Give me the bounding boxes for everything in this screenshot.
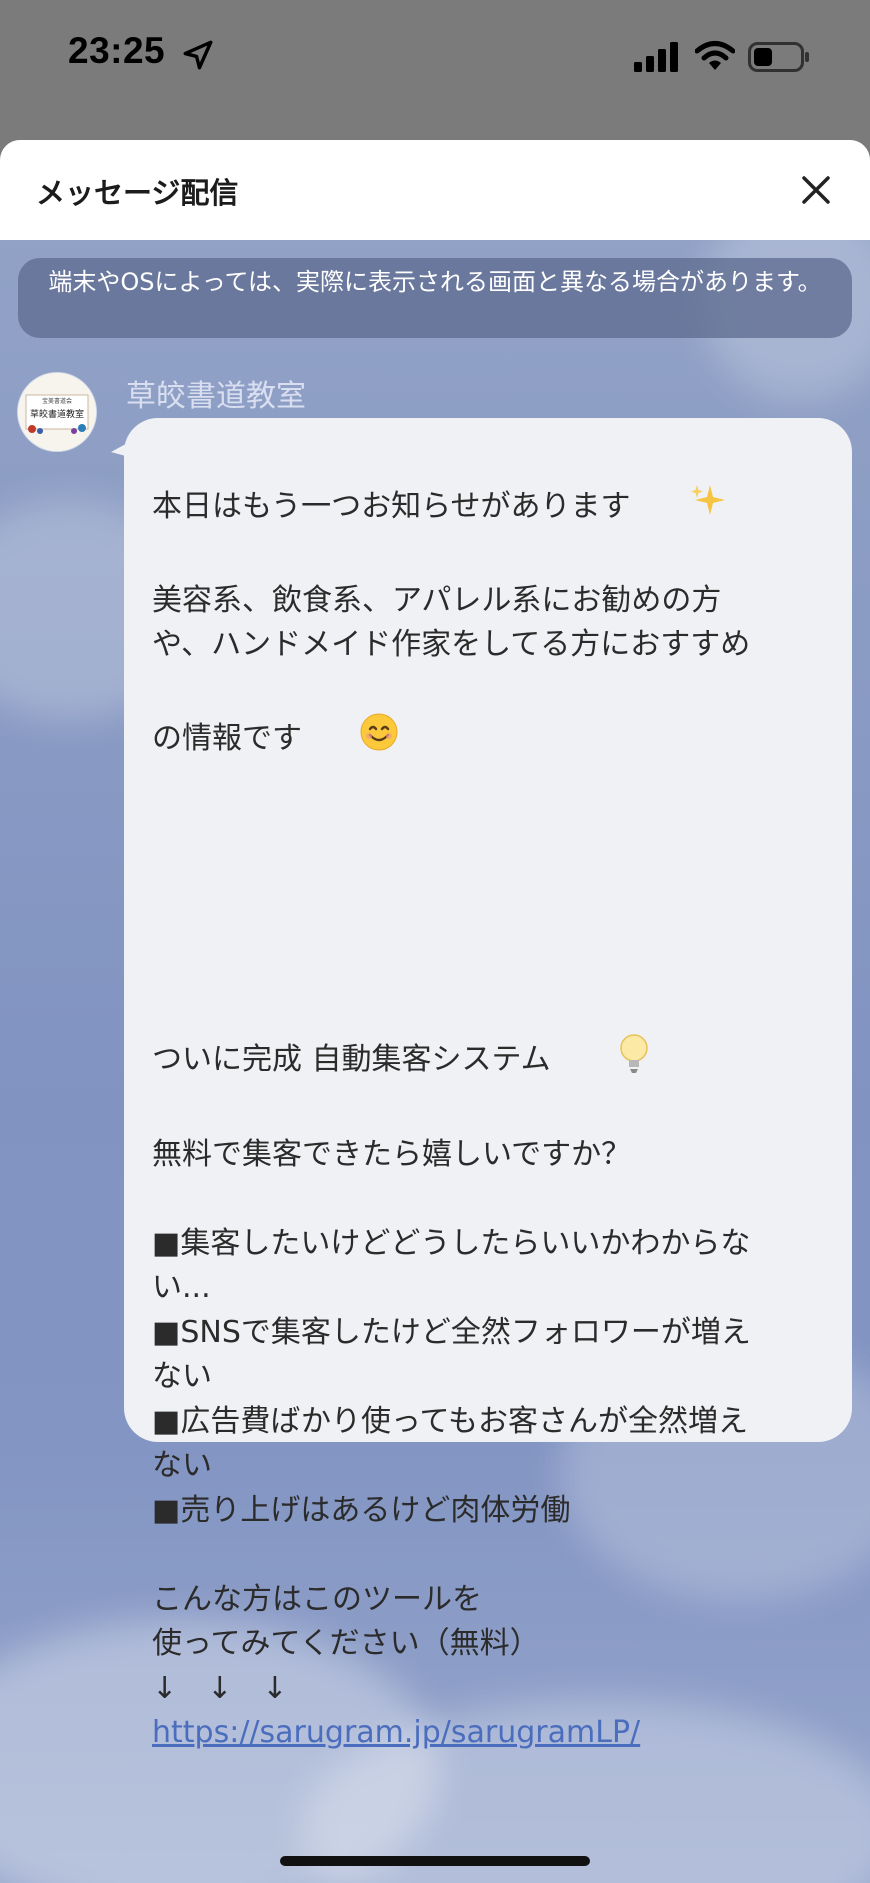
home-indicator[interactable] xyxy=(280,1856,590,1866)
battery-icon xyxy=(748,42,809,72)
sheet-header: メッセージ配信 xyxy=(0,140,870,240)
sender-name: 草皎書道教室 xyxy=(126,379,306,414)
message-line: ■売り上げはあるけど肉体労働 xyxy=(152,1492,571,1528)
message-line: 本日はもう一つお知らせがあります xyxy=(152,436,826,579)
message-line: ない xyxy=(152,1448,212,1483)
calligraphy-logo-icon: 宝美書道会 草皎書道教室 xyxy=(18,373,96,451)
message-line: ■集客したいけどどうしたらいいかわからな xyxy=(152,1225,751,1261)
message-line: ない xyxy=(152,1359,212,1394)
sheet-title: メッセージ配信 xyxy=(36,176,239,210)
message-line: ついに完成 自動集客システム xyxy=(152,988,826,1133)
wifi-icon xyxy=(695,41,735,70)
status-bar: 23:25 xyxy=(0,0,870,120)
svg-text:草皎書道教室: 草皎書道教室 xyxy=(30,408,84,420)
device-notice-text: 端末やOSによっては、実際に表示される画面と異なる場合があります。 xyxy=(48,268,822,296)
cellular-signal-icon xyxy=(634,42,678,72)
message-bubble: 本日はもう一つお知らせがあります 美容系、飲食系、アパレル系にお勧めの方 や、ハ… xyxy=(124,418,852,1750)
message-line: 美容系、飲食系、アパレル系にお勧めの方 xyxy=(152,582,722,618)
message-line: 使ってみてください（無料） xyxy=(152,1626,540,1661)
message-line: ■SNSで集客したけど全然フォロワーが増え xyxy=(152,1314,751,1350)
smile-emoji-icon xyxy=(302,668,399,811)
sparkles-icon xyxy=(631,436,728,579)
avatar[interactable]: 宝美書道会 草皎書道教室 xyxy=(18,373,96,451)
message-line: ■広告費ばかり使ってもお客さんが全然増え xyxy=(152,1403,748,1439)
status-time: 23:25 xyxy=(68,30,166,71)
lightbulb-icon xyxy=(560,988,651,1133)
device-notice-banner: 端末やOSによっては、実際に表示される画面と異なる場合があります。 xyxy=(18,258,852,338)
message-line: ↓ ↓ ↓ xyxy=(152,1670,288,1706)
message-link[interactable]: https://sarugram.jp/sarugramLP/ xyxy=(152,1711,826,1756)
message-line: い... xyxy=(152,1270,211,1305)
svg-text:宝美書道会: 宝美書道会 xyxy=(42,397,72,405)
location-arrow-icon xyxy=(183,40,213,70)
message-line: の情報です xyxy=(152,668,826,811)
message-preview-sheet: メッセージ配信 端末やOSによっては、実際に表示される画面と異なる場合があります… xyxy=(0,140,870,1883)
message-line: や、ハンドメイド作家をしてる方におすすめ xyxy=(152,627,751,662)
close-icon[interactable] xyxy=(796,170,836,210)
message-line: こんな方はこのツールを xyxy=(152,1581,482,1617)
message-line: 無料で集客できたら嬉しいですか？ xyxy=(152,1136,632,1172)
